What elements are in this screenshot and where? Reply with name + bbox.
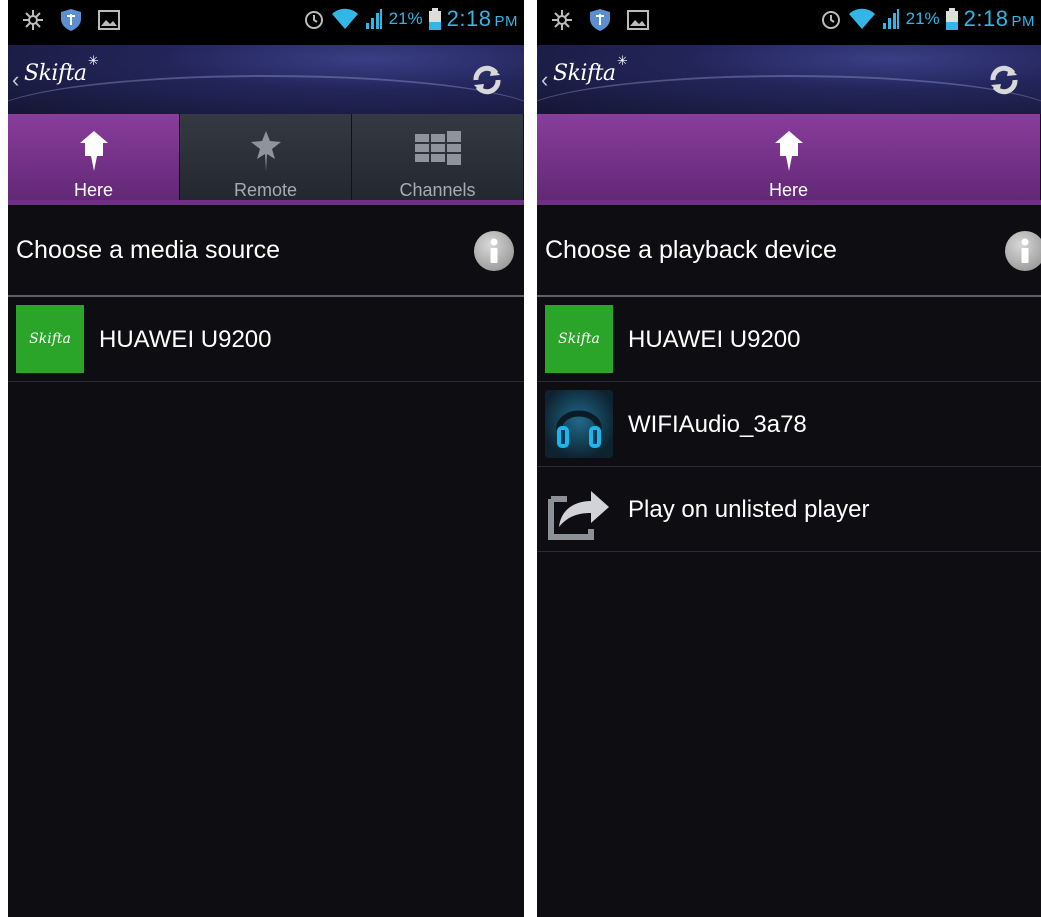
- tab-channels-label: Channels: [399, 180, 476, 200]
- skifta-icon: Skifta: [16, 305, 84, 373]
- action-bar: ‹ Skifta ✳: [8, 45, 524, 114]
- list-item-label: Play on unlisted player: [628, 496, 870, 523]
- signal-icon: [882, 8, 900, 30]
- list-item-label: HUAWEI U9200: [628, 326, 801, 353]
- shield-icon: [589, 8, 611, 32]
- grid-icon: [414, 130, 462, 170]
- skifta-icon-text: Skifta: [29, 331, 71, 347]
- star-icon: [250, 130, 282, 171]
- list-item[interactable]: Skifta HUAWEI U9200: [8, 297, 524, 382]
- gallery-icon: [627, 10, 649, 30]
- clock-time: 2:18: [963, 6, 1009, 31]
- battery-icon: [945, 8, 958, 30]
- info-icon[interactable]: [474, 231, 514, 271]
- share-icon: [545, 475, 613, 543]
- clock-ampm: PM: [1011, 13, 1035, 30]
- media-source-screen: 21% 2:18 PM ‹ Skifta ✳ Here Remote Chann…: [8, 0, 524, 917]
- battery-icon: [428, 8, 441, 30]
- list-item[interactable]: Skifta HUAWEI U9200: [537, 297, 1041, 382]
- logo-sparkle-icon: ✳: [88, 53, 99, 68]
- list-item-label: WIFIAudio_3a78: [628, 411, 807, 438]
- tab-here[interactable]: Here: [8, 114, 180, 205]
- clock: 2:18 PM: [964, 6, 1035, 32]
- battery-percent: 21%: [388, 9, 423, 28]
- back-chevron-icon[interactable]: ‹: [12, 67, 19, 93]
- house-icon: [79, 130, 109, 171]
- status-bar: 21% 2:18 PM: [8, 0, 524, 45]
- signal-icon: [365, 8, 383, 30]
- clock-time: 2:18: [446, 6, 492, 31]
- clock: 2:18 PM: [447, 6, 518, 32]
- battery-percent: 21%: [905, 9, 940, 28]
- info-icon[interactable]: [1005, 231, 1041, 271]
- action-bar: ‹ Skifta ✳: [537, 45, 1041, 114]
- alarm-icon: [820, 8, 842, 30]
- playback-device-screen: 21% 2:18 PM ‹ Skifta ✳ Here Choose a play…: [537, 0, 1041, 917]
- media-source-list: Skifta HUAWEI U9200: [8, 297, 524, 382]
- tab-bar: Here Remote Channels: [8, 114, 524, 205]
- section-header: Choose a media source: [8, 205, 524, 295]
- wifi-icon: [331, 8, 359, 30]
- gallery-icon: [98, 10, 120, 30]
- brightness-icon: [22, 9, 44, 31]
- clock-ampm: PM: [494, 13, 518, 30]
- skifta-logo[interactable]: Skifta: [553, 61, 616, 86]
- headphones-icon: [545, 390, 613, 458]
- tab-remote[interactable]: Remote: [180, 114, 352, 205]
- tab-remote-label: Remote: [233, 180, 298, 200]
- section-title: Choose a media source: [16, 236, 281, 264]
- tab-bar: Here: [537, 114, 1041, 205]
- list-item[interactable]: Play on unlisted player: [537, 467, 1041, 552]
- section-header: Choose a playback device: [537, 205, 1041, 295]
- tab-here-label: Here: [768, 180, 808, 200]
- alarm-icon: [303, 8, 325, 30]
- refresh-icon[interactable]: [470, 63, 504, 97]
- skifta-icon-text: Skifta: [558, 331, 600, 347]
- section-title: Choose a playback device: [545, 236, 837, 264]
- list-item[interactable]: WIFIAudio_3a78: [537, 382, 1041, 467]
- tab-channels[interactable]: Channels: [352, 114, 524, 205]
- refresh-icon[interactable]: [987, 63, 1021, 97]
- skifta-icon: Skifta: [545, 305, 613, 373]
- wifi-icon: [848, 8, 876, 30]
- house-icon: [774, 130, 804, 171]
- skifta-logo[interactable]: Skifta: [24, 61, 87, 86]
- tab-here[interactable]: Here: [537, 114, 1041, 205]
- list-item-label: HUAWEI U9200: [99, 326, 272, 353]
- tab-here-label: Here: [73, 180, 113, 200]
- back-chevron-icon[interactable]: ‹: [541, 67, 548, 93]
- playback-device-list: Skifta HUAWEI U9200 WIFIAudio_3a78 Play …: [537, 297, 1041, 552]
- status-bar: 21% 2:18 PM: [537, 0, 1041, 45]
- shield-icon: [60, 8, 82, 32]
- logo-sparkle-icon: ✳: [617, 53, 628, 68]
- brightness-icon: [551, 9, 573, 31]
